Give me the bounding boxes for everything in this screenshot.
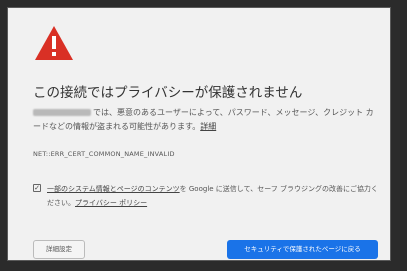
privacy-policy-link[interactable]: プライバシー ポリシー <box>75 199 147 207</box>
blurred-hostname <box>33 109 91 116</box>
error-code: NET::ERR_CERT_COMMON_NAME_INVALID <box>33 150 175 158</box>
advanced-button[interactable]: 詳細設定 <box>33 240 85 259</box>
description: では、悪意のあるユーザーによって、パスワード、メッセージ、クレジット カードなど… <box>33 106 378 134</box>
interstitial-panel: この接続ではプライバシーが保護されません では、悪意のあるユーザーによって、パス… <box>7 7 391 261</box>
details-link[interactable]: 詳細 <box>200 122 216 131</box>
warning-triangle-icon <box>35 26 73 60</box>
back-to-safety-button[interactable]: セキュリティで保護されたページに戻る <box>227 240 378 259</box>
system-info-link[interactable]: 一部のシステム情報とページのコンテンツ <box>47 185 180 193</box>
report-text: 一部のシステム情報とページのコンテンツを Google に送信して、セーフ ブラ… <box>47 182 378 210</box>
page-title: この接続ではプライバシーが保護されません <box>33 85 303 101</box>
report-checkbox[interactable]: ✓ <box>33 184 41 192</box>
safe-browsing-report: ✓ 一部のシステム情報とページのコンテンツを Google に送信して、セーフ … <box>33 182 378 210</box>
